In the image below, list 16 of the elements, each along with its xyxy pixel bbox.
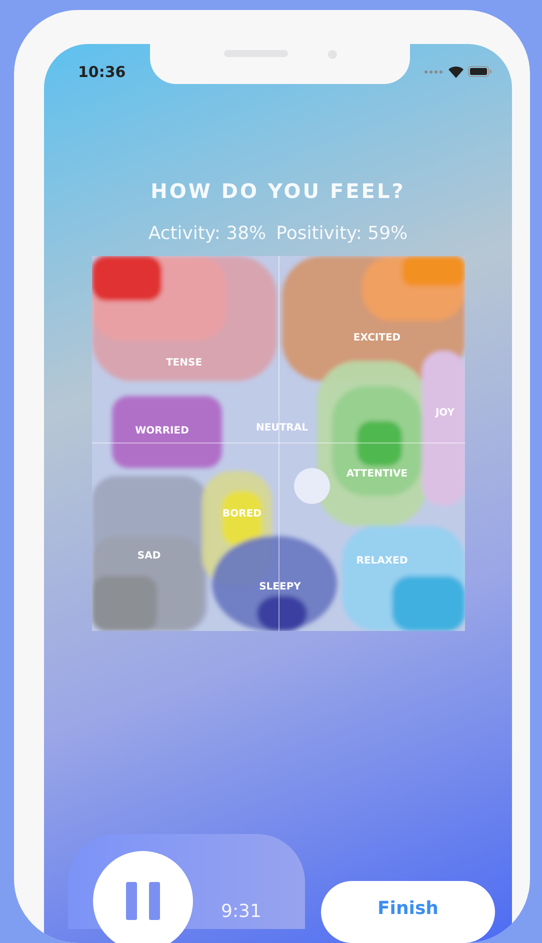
mood-label: TENSE — [166, 358, 202, 368]
mood-label: SAD — [137, 550, 161, 562]
screen-title: HOW DO YOU FEEL? — [150, 179, 406, 203]
mood-label: BORED — [222, 508, 262, 520]
mood-label: SLEEPY — [259, 582, 301, 592]
mood-reading: Activity: 38% — [148, 223, 266, 244]
mood-label: EXCITED — [353, 332, 401, 344]
finish-button[interactable]: Finish — [321, 881, 495, 943]
mood-label: NEUTRAL — [256, 422, 308, 434]
mood-label: WORRIED — [135, 426, 189, 436]
mood-label: ATTENTIVE — [346, 468, 408, 480]
mood-reading: Positivity: 59% — [276, 223, 408, 244]
status-time: 10:36 — [78, 62, 126, 80]
mood-label: RELAXED — [356, 556, 408, 566]
timer-text: 9:31 — [221, 901, 262, 922]
mood-label: JOY — [435, 408, 455, 418]
